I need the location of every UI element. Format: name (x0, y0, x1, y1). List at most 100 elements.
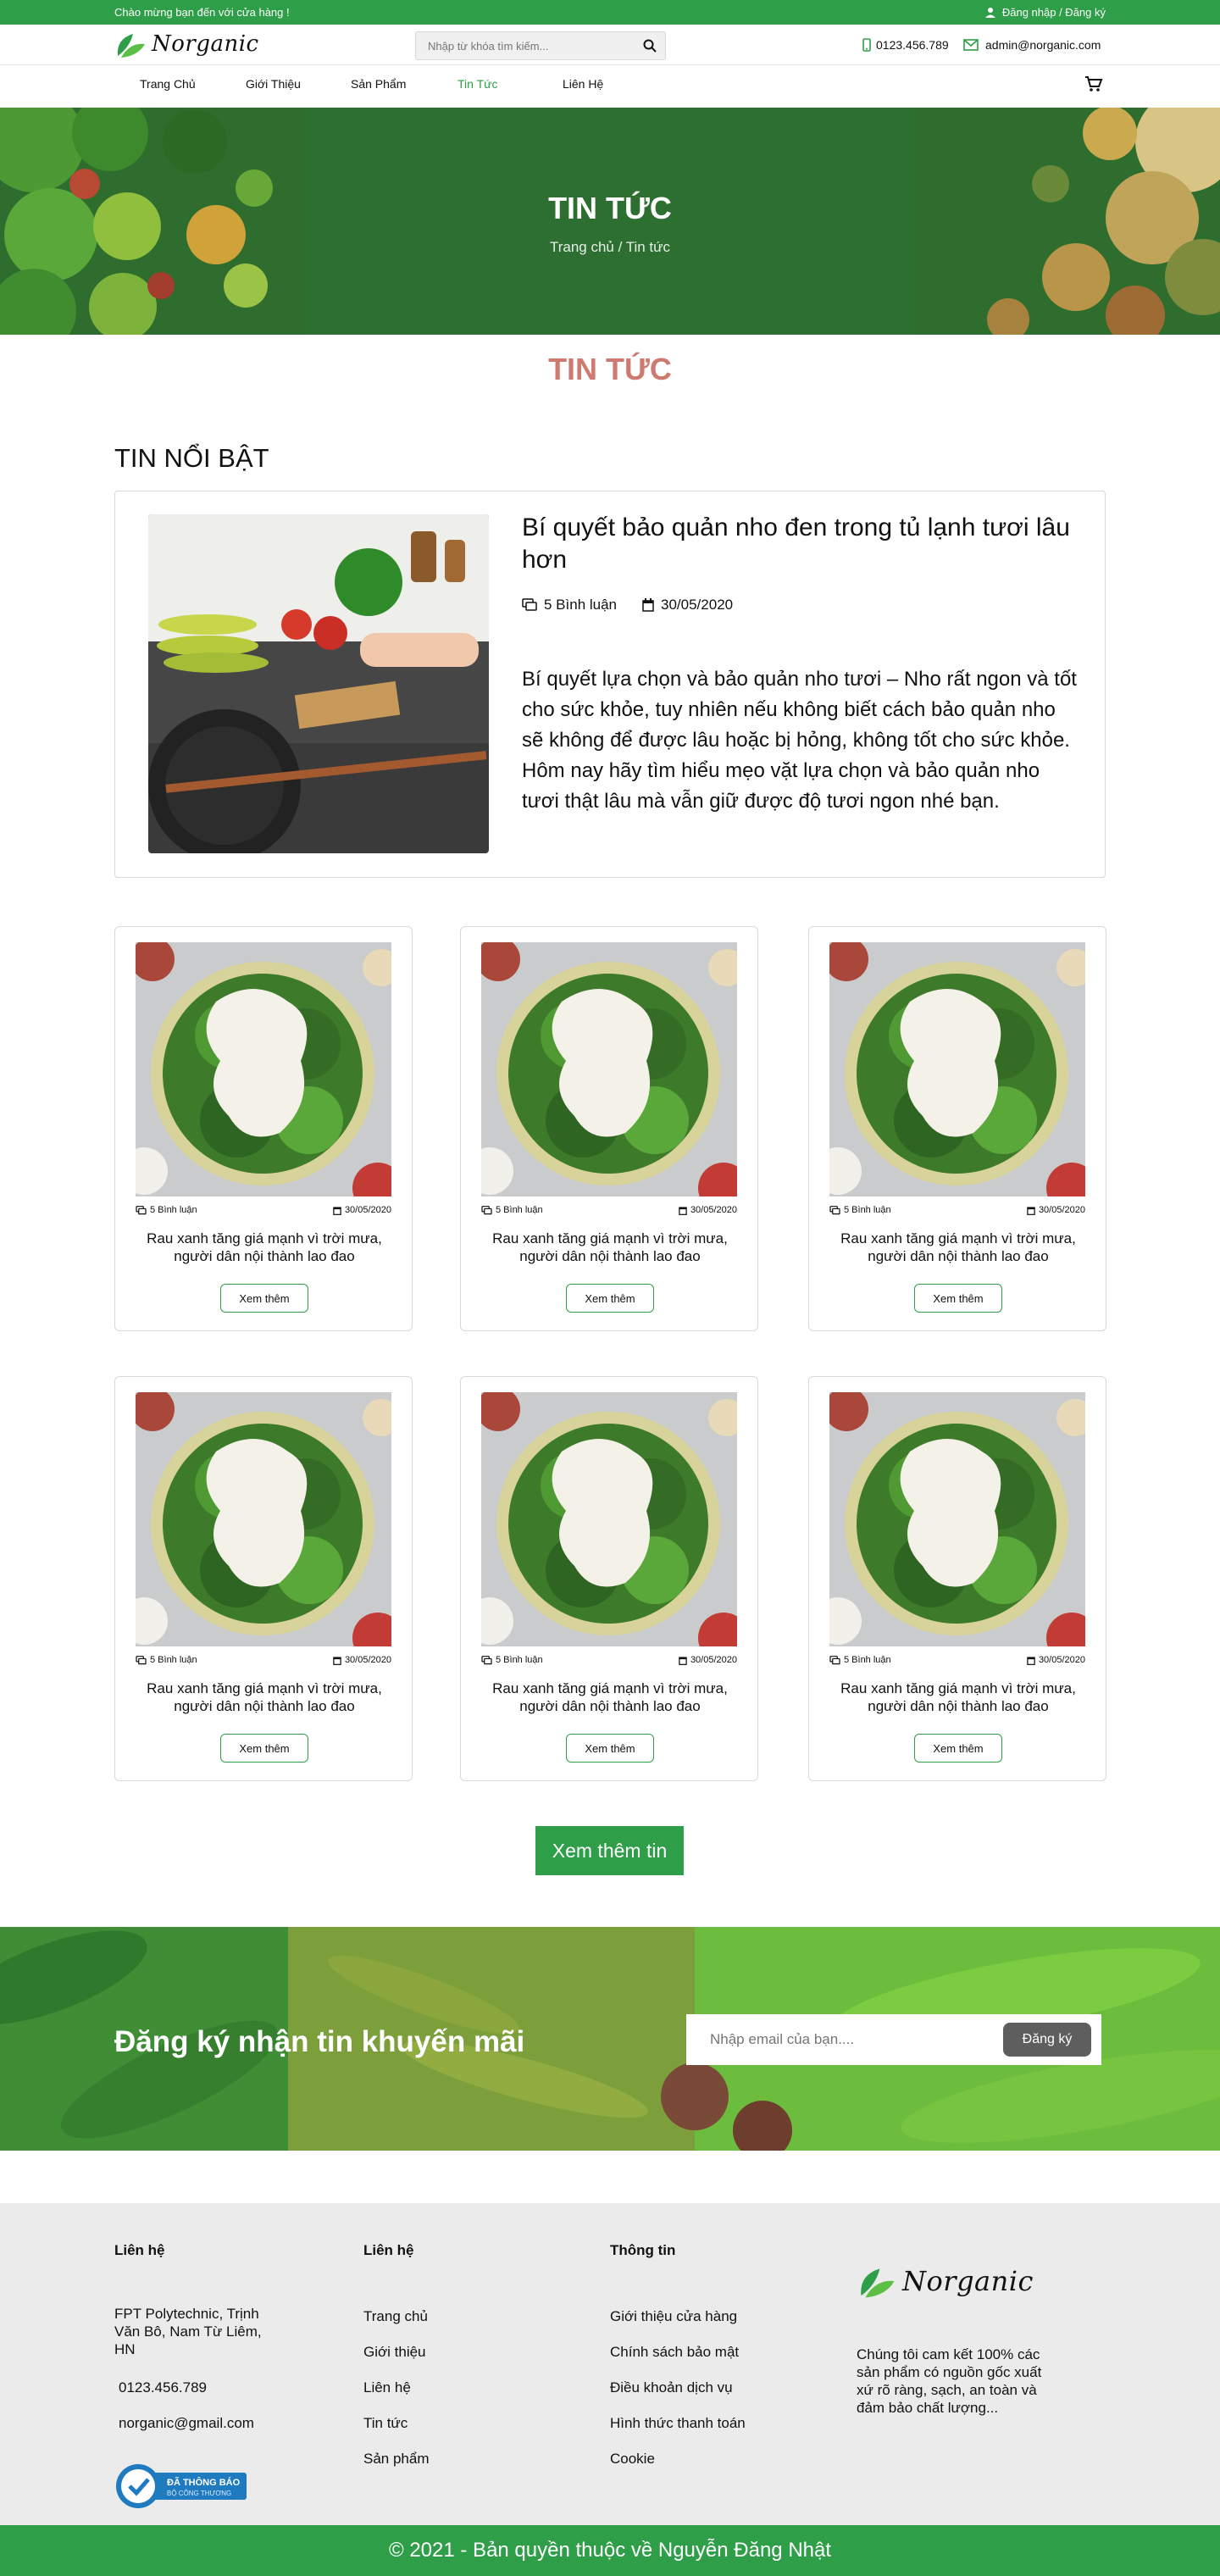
footer-link-payment[interactable]: Hình thức thanh toán (610, 2415, 746, 2432)
nav-item-about[interactable]: Giới Thiệu (246, 77, 301, 91)
news-image (136, 942, 391, 1196)
search-button[interactable] (635, 32, 665, 59)
news-card[interactable]: 5 Bình luận 30/05/2020 Rau xanh tăng giá m… (114, 926, 413, 1331)
search-box (415, 31, 666, 60)
footer-link-products[interactable]: Sản phẩm (363, 2451, 430, 2468)
logo-text: Norganic (152, 31, 259, 57)
footer-logo[interactable]: Norganic (857, 2262, 1034, 2300)
copyright-bar: © 2021 - Bản quyền thuộc về Nguyễn Đăng … (0, 2525, 1220, 2576)
read-more-button[interactable]: Xem thêm (566, 1734, 654, 1763)
read-more-button[interactable]: Xem thêm (220, 1734, 308, 1763)
news-card[interactable]: 5 Bình luận 30/05/2020 Rau xanh tăng giá m… (808, 926, 1106, 1331)
calendar-icon (679, 1656, 687, 1665)
search-input[interactable] (416, 32, 635, 59)
date-text: 30/05/2020 (690, 1655, 737, 1665)
footer-heading: Liên hệ (114, 2242, 165, 2258)
read-more-button[interactable]: Xem thêm (914, 1284, 1002, 1313)
load-more-button[interactable]: Xem thêm tin (535, 1826, 684, 1875)
footer-logo-text: Norganic (902, 2265, 1034, 2297)
calendar-icon (642, 598, 654, 612)
badge-sub-text: BỘ CÔNG THƯƠNG (167, 2490, 231, 2497)
comment-count: 5 Bình luận (481, 1205, 543, 1215)
mail-icon (963, 39, 979, 51)
comment-icon (522, 598, 537, 611)
featured-meta: 5 Bình luận 30/05/2020 (522, 597, 733, 613)
news-title[interactable]: Rau xanh tăng giá mạnh vì trời mưa, ngườ… (132, 1230, 396, 1265)
auth-link[interactable]: Đăng nhập / Đăng ký (984, 6, 1106, 19)
comment-icon (136, 1205, 147, 1214)
comment-text: 5 Bình luận (150, 1655, 197, 1665)
news-card[interactable]: 5 Bình luận 30/05/2020 Rau xanh tăng giá m… (808, 1376, 1106, 1781)
nav-item-products[interactable]: Sản Phẩm (351, 77, 406, 91)
comment-count: 5 Bình luận (522, 597, 617, 613)
comment-count: 5 Bình luận (136, 1655, 197, 1665)
news-card[interactable]: 5 Bình luận 30/05/2020 Rau xanh tăng giá m… (460, 926, 758, 1331)
news-card[interactable]: 5 Bình luận 30/05/2020 Rau xanh tăng giá m… (114, 1376, 413, 1781)
footer-address: FPT Polytechnic, Trịnh Văn Bô, Nam Từ Li… (114, 2306, 262, 2357)
search-icon (643, 39, 657, 53)
news-card[interactable]: 5 Bình luận 30/05/2020 Rau xanh tăng giá m… (460, 1376, 758, 1781)
news-title[interactable]: Rau xanh tăng giá mạnh vì trời mưa, ngườ… (478, 1679, 742, 1715)
news-title[interactable]: Rau xanh tăng giá mạnh vì trời mưa, ngườ… (826, 1230, 1090, 1265)
post-date: 30/05/2020 (679, 1205, 737, 1215)
logo[interactable]: Norganic (114, 29, 259, 59)
read-more-button[interactable]: Xem thêm (914, 1734, 1002, 1763)
leaf-logo-icon (117, 34, 145, 58)
footer-link-about[interactable]: Giới thiệu (363, 2344, 426, 2361)
newsletter-email-input[interactable] (686, 2014, 1003, 2065)
news-image (481, 942, 737, 1196)
comment-text: 5 Bình luận (844, 1655, 891, 1665)
post-date: 30/05/2020 (1027, 1655, 1085, 1665)
nav-item-home[interactable]: Trang Chủ (140, 77, 196, 91)
welcome-text: Chào mừng bạn đến với cửa hàng ! (114, 6, 290, 19)
read-more-button[interactable]: Xem thêm (220, 1284, 308, 1313)
footer-description: Chúng tôi cam kết 100% các sản phẩm có n… (857, 2346, 1042, 2416)
featured-description: Bí quyết lựa chọn và bảo quản nho tươi –… (522, 668, 1077, 813)
comment-count: 5 Bình luận (136, 1205, 197, 1215)
header: Norganic 0123.456.789 admin@norganic.com (0, 25, 1220, 65)
footer-phone[interactable]: 0123.456.789 (119, 2379, 207, 2396)
footer: Liên hệ FPT Polytechnic, Trịnh Văn Bô, N… (0, 2203, 1220, 2525)
nav-item-news[interactable]: Tin Tức (458, 77, 498, 91)
footer-link-terms[interactable]: Điều khoản dịch vụ (610, 2379, 733, 2396)
phone-icon (862, 38, 871, 52)
comment-text: 5 Bình luận (150, 1205, 197, 1215)
comment-text: 5 Bình luận (496, 1205, 543, 1215)
comment-text: 5 Bình luận (844, 1205, 891, 1215)
cart-button[interactable] (1084, 75, 1103, 97)
breadcrumb[interactable]: Trang chủ / Tin tức (0, 239, 1220, 256)
featured-image (148, 514, 489, 853)
section-title: TIN TỨC (548, 352, 672, 386)
cart-icon (1085, 76, 1103, 92)
comment-icon (481, 1205, 492, 1214)
footer-link-contact[interactable]: Liên hệ (363, 2379, 411, 2396)
auth-label[interactable]: Đăng nhập / Đăng ký (1002, 6, 1106, 19)
news-title[interactable]: Rau xanh tăng giá mạnh vì trời mưa, ngườ… (132, 1679, 396, 1715)
footer-email[interactable]: norganic@gmail.com (119, 2415, 254, 2432)
footer-link-store-intro[interactable]: Giới thiệu cửa hàng (610, 2308, 737, 2325)
header-phone[interactable]: 0123.456.789 (862, 38, 949, 52)
top-bar: Chào mừng bạn đến với cửa hàng ! Đăng nh… (0, 0, 1220, 25)
date-text: 30/05/2020 (344, 1655, 391, 1665)
newsletter-submit-button[interactable]: Đăng ký (1003, 2023, 1091, 2057)
registered-badge[interactable]: ĐÃ THÔNG BÁO BỘ CÔNG THƯƠNG (114, 2462, 248, 2508)
read-more-button[interactable]: Xem thêm (566, 1284, 654, 1313)
newsletter-form: Đăng ký (686, 2014, 1101, 2065)
calendar-icon (333, 1206, 341, 1215)
featured-title[interactable]: Bí quyết bảo quản nho đen trong tủ lạnh … (522, 512, 1081, 576)
nav-item-contact[interactable]: Liên Hệ (563, 77, 603, 91)
news-image (136, 1392, 391, 1646)
footer-link-cookie[interactable]: Cookie (610, 2451, 655, 2468)
footer-link-home[interactable]: Trang chủ (363, 2308, 428, 2325)
news-title[interactable]: Rau xanh tăng giá mạnh vì trời mưa, ngườ… (478, 1230, 742, 1265)
footer-link-privacy[interactable]: Chính sách bảo mật (610, 2344, 739, 2361)
featured-article[interactable]: Bí quyết bảo quản nho đen trong tủ lạnh … (114, 491, 1106, 878)
footer-link-news[interactable]: Tin tức (363, 2415, 408, 2432)
main-nav: Trang Chủ Giới Thiệu Sản Phẩm Tin Tức Li… (0, 65, 1220, 108)
header-email[interactable]: admin@norganic.com (963, 38, 1101, 52)
newsletter-title: Đăng ký nhận tin khuyến mãi (114, 2025, 525, 2058)
news-image (829, 942, 1085, 1196)
news-title[interactable]: Rau xanh tăng giá mạnh vì trời mưa, ngườ… (826, 1679, 1090, 1715)
footer-heading: Thông tin (610, 2242, 676, 2258)
comment-text: 5 Bình luận (544, 597, 618, 613)
